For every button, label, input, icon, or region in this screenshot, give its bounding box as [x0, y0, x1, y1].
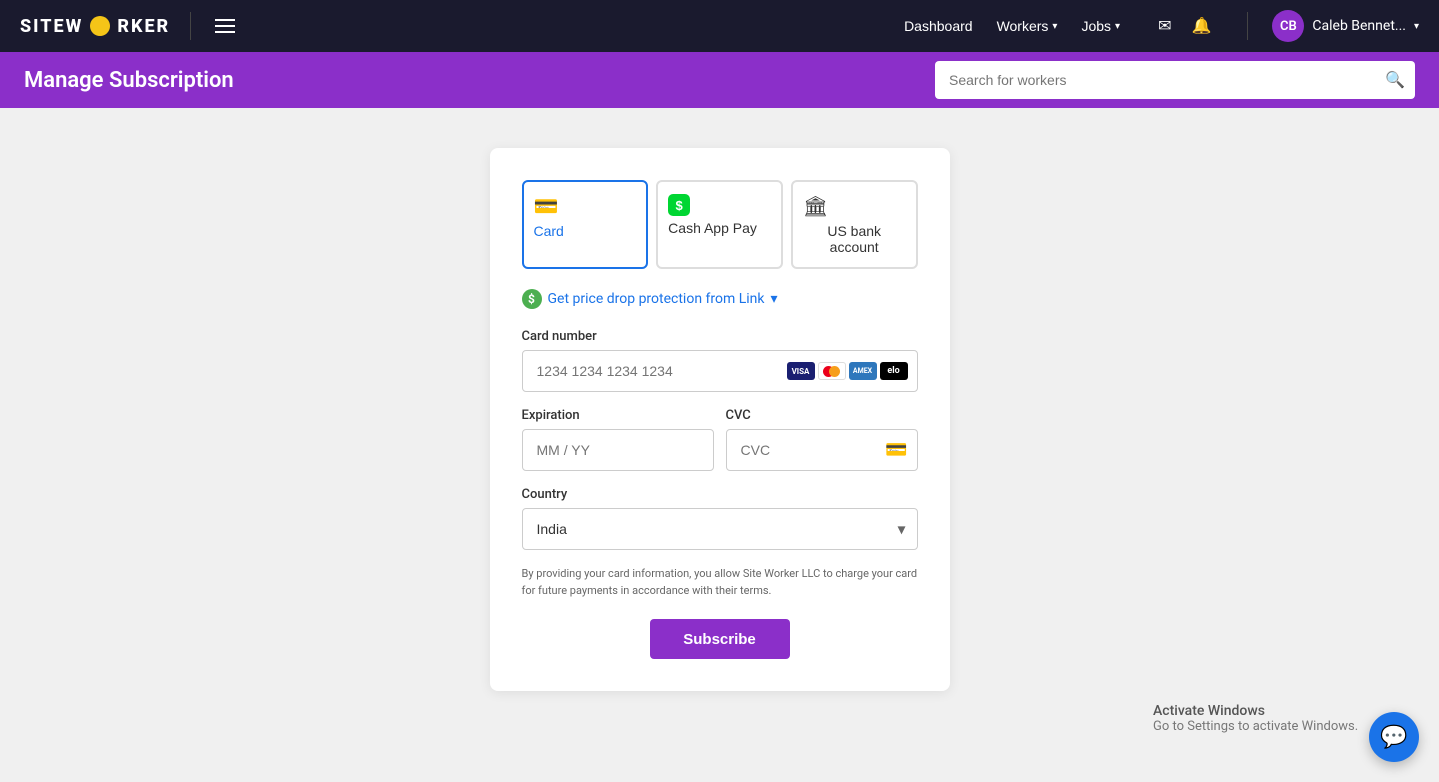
nav-icons: ✉ 🔔: [1154, 12, 1215, 40]
tab-card[interactable]: 💳 Card: [522, 180, 649, 269]
nav-divider-1: [190, 12, 191, 40]
card-icons: VISA AMEX elo: [787, 362, 908, 380]
expiration-input[interactable]: [522, 429, 714, 471]
link-promo-chevron: ▾: [771, 291, 778, 307]
card-number-label: Card number: [522, 329, 918, 344]
user-chevron: ▾: [1414, 21, 1419, 32]
page-header: Manage Subscription 🔍: [0, 52, 1439, 108]
tab-cashapp[interactable]: $ Cash App Pay: [656, 180, 783, 269]
page-title: Manage Subscription: [24, 68, 234, 93]
expiration-cvc-row: Expiration CVC 💳: [522, 408, 918, 487]
country-group: Country India United States United Kingd…: [522, 487, 918, 550]
country-select[interactable]: India United States United Kingdom Canad…: [522, 508, 918, 550]
chat-icon: 💬: [1380, 724, 1407, 750]
main-content: 💳 Card $ Cash App Pay 🏛 US bank account …: [0, 108, 1439, 782]
cvc-card-icon: 💳: [885, 440, 907, 461]
country-select-wrapper: India United States United Kingdom Canad…: [522, 508, 918, 550]
disclaimer-text: By providing your card information, you …: [522, 566, 918, 599]
card-tab-label: Card: [534, 223, 564, 239]
mail-icon-button[interactable]: ✉: [1154, 12, 1175, 40]
cvc-label: CVC: [726, 408, 918, 423]
payment-tabs: 💳 Card $ Cash App Pay 🏛 US bank account: [522, 180, 918, 269]
link-promo-text: Get price drop protection from Link: [548, 291, 765, 307]
search-button[interactable]: 🔍: [1385, 70, 1405, 90]
jobs-chevron: ▾: [1115, 21, 1120, 32]
cvc-group: CVC 💳: [726, 408, 918, 471]
workers-chevron: ▾: [1052, 21, 1057, 32]
payment-panel: 💳 Card $ Cash App Pay 🏛 US bank account …: [490, 148, 950, 691]
search-input[interactable]: [935, 61, 1415, 99]
bell-icon-button[interactable]: 🔔: [1187, 12, 1215, 40]
visa-icon: VISA: [787, 362, 815, 380]
card-number-group: Card number VISA AMEX elo: [522, 329, 918, 392]
link-promo-icon: $: [522, 289, 542, 309]
workers-nav[interactable]: Workers ▾: [987, 12, 1068, 40]
dashboard-nav[interactable]: Dashboard: [894, 12, 983, 40]
tab-bank[interactable]: 🏛 US bank account: [791, 180, 918, 269]
nav-links: Dashboard Workers ▾ Jobs ▾: [894, 12, 1130, 40]
avatar: CB: [1272, 10, 1304, 42]
chat-button[interactable]: 💬: [1369, 712, 1419, 762]
user-menu[interactable]: CB Caleb Bennet... ▾: [1272, 10, 1419, 42]
bank-tab-label: US bank account: [803, 223, 906, 255]
cashapp-tab-label: Cash App Pay: [668, 220, 757, 236]
cvc-wrapper: 💳: [726, 429, 918, 471]
navbar: SITEW RKER Dashboard Workers ▾ Jobs ▾ ✉ …: [0, 0, 1439, 52]
country-label: Country: [522, 487, 918, 502]
expiration-label: Expiration: [522, 408, 714, 423]
logo[interactable]: SITEW RKER: [20, 16, 170, 37]
cashapp-tab-icon: $: [668, 194, 690, 216]
card-tab-icon: 💳: [534, 194, 559, 219]
hamburger-button[interactable]: [211, 15, 239, 37]
bank-tab-icon: 🏛: [803, 194, 828, 219]
search-container: 🔍: [935, 61, 1415, 99]
card-number-wrapper: VISA AMEX elo: [522, 350, 918, 392]
user-name: Caleb Bennet...: [1312, 18, 1406, 34]
nav-separator: [1247, 12, 1248, 40]
subscribe-button[interactable]: Subscribe: [650, 619, 790, 659]
expiration-group: Expiration: [522, 408, 714, 471]
jobs-nav[interactable]: Jobs ▾: [1071, 12, 1130, 40]
link-promo[interactable]: $ Get price drop protection from Link ▾: [522, 289, 918, 309]
amex-icon: AMEX: [849, 362, 877, 380]
elo-icon: elo: [880, 362, 908, 380]
mastercard-icon: [818, 362, 846, 380]
